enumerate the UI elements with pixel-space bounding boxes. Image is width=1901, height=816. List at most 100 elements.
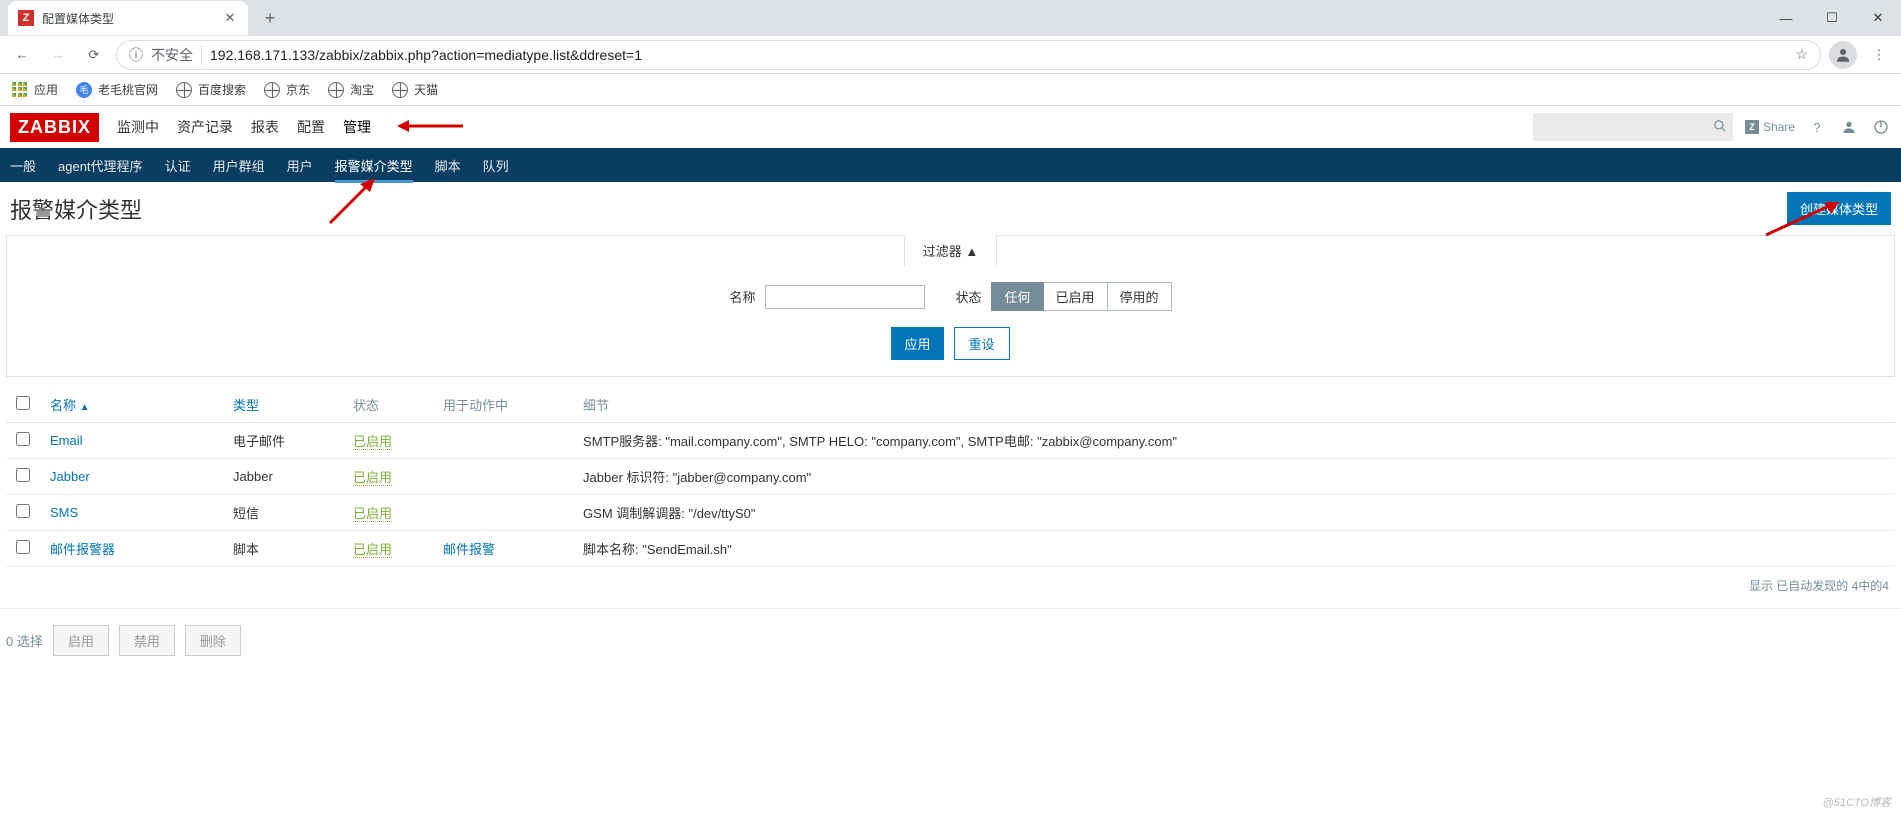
col-details: 细节 <box>573 387 1895 423</box>
menu-reports[interactable]: 报表 <box>251 113 279 141</box>
col-name[interactable]: 名称 ▲ <box>40 387 223 423</box>
select-all-checkbox[interactable] <box>16 396 30 410</box>
submenu-authentication[interactable]: 认证 <box>165 148 191 183</box>
sub-menu: 一般 agent代理程序 认证 用户群组 用户 报警媒介类型 脚本 队列 <box>0 148 1901 182</box>
search-input[interactable] <box>1533 113 1733 141</box>
mediatype-name-link[interactable]: 邮件报警器 <box>50 542 115 557</box>
col-type[interactable]: 类型 <box>223 387 343 423</box>
submenu-users[interactable]: 用户 <box>287 148 313 183</box>
bookmark-star-icon[interactable]: ☆ <box>1795 46 1808 63</box>
status-toggle[interactable]: 已启用 <box>353 470 392 486</box>
new-tab-button[interactable]: + <box>256 4 284 32</box>
bulk-disable-button[interactable]: 禁用 <box>119 625 175 656</box>
table-row: 邮件报警器 脚本 已启用 邮件报警 脚本名称: "SendEmail.sh" <box>6 531 1895 567</box>
bulk-enable-button[interactable]: 启用 <box>53 625 109 656</box>
bookmark-item[interactable]: 天猫 <box>392 81 438 98</box>
submenu-scripts[interactable]: 脚本 <box>435 148 461 183</box>
col-usedin: 用于动作中 <box>433 387 573 423</box>
row-checkbox[interactable] <box>16 432 30 446</box>
bookmark-favicon: 毛 <box>76 82 92 98</box>
nav-reload-icon[interactable]: ⟳ <box>80 41 108 69</box>
filter-status-any[interactable]: 任何 <box>991 282 1043 311</box>
bookmark-item[interactable]: 百度搜索 <box>176 81 246 98</box>
bulk-delete-button[interactable]: 删除 <box>185 625 241 656</box>
mediatype-details: SMTP服务器: "mail.company.com", SMTP HELO: … <box>573 423 1895 459</box>
security-label: 不安全 <box>151 45 193 65</box>
used-in-action-link[interactable]: 邮件报警 <box>443 542 495 557</box>
zabbix-header: ZABBIX 监测中 资产记录 报表 配置 管理 ZShare ? <box>0 106 1901 148</box>
row-checkbox[interactable] <box>16 504 30 518</box>
status-toggle[interactable]: 已启用 <box>353 434 392 450</box>
help-icon[interactable]: ? <box>1807 120 1827 135</box>
browser-tab[interactable]: Z 配置媒体类型 ✕ <box>8 1 248 35</box>
bulk-actions: 0 选择 启用 禁用 删除 <box>0 608 1901 672</box>
row-checkbox[interactable] <box>16 540 30 554</box>
mediatype-type: 电子邮件 <box>223 423 343 459</box>
mediatype-name-link[interactable]: SMS <box>50 505 78 520</box>
globe-icon <box>264 82 280 98</box>
apps-icon <box>12 82 28 98</box>
filter-status-label: 状态 <box>955 287 981 306</box>
window-minimize-icon[interactable]: — <box>1763 2 1809 34</box>
apps-button[interactable]: 应用 <box>12 81 58 98</box>
logout-icon[interactable] <box>1871 119 1891 135</box>
info-icon: ⓘ <box>129 45 143 65</box>
browser-toolbar: ← → ⟳ ⓘ 不安全 192.168.171.133/zabbix/zabbi… <box>0 36 1901 74</box>
bookmark-item[interactable]: 淘宝 <box>328 81 374 98</box>
status-toggle[interactable]: 已启用 <box>353 542 392 558</box>
submenu-usergroups[interactable]: 用户群组 <box>213 148 265 183</box>
search-wrap <box>1533 113 1733 141</box>
mediatype-name-link[interactable]: Jabber <box>50 469 90 484</box>
globe-icon <box>392 82 408 98</box>
address-url: 192.168.171.133/zabbix/zabbix.php?action… <box>210 47 642 63</box>
selected-count: 0 选择 <box>6 631 43 650</box>
filter-toggle[interactable]: 过滤器 ▲ <box>7 236 1894 266</box>
status-toggle[interactable]: 已启用 <box>353 506 392 522</box>
share-link[interactable]: ZShare <box>1745 120 1795 134</box>
tab-close-icon[interactable]: ✕ <box>222 10 238 26</box>
share-icon: Z <box>1745 120 1759 134</box>
submenu-general[interactable]: 一般 <box>10 148 36 183</box>
table-footer: 显示 已自动发现的 4中的4 <box>0 571 1901 600</box>
search-icon[interactable] <box>1713 119 1727 136</box>
nav-forward-icon[interactable]: → <box>44 41 72 69</box>
menu-administration[interactable]: 管理 <box>343 113 371 141</box>
submenu-queue[interactable]: 队列 <box>483 148 509 183</box>
mediatype-details: Jabber 标识符: "jabber@company.com" <box>573 459 1895 495</box>
window-close-icon[interactable]: ✕ <box>1855 2 1901 34</box>
menu-configuration[interactable]: 配置 <box>297 113 325 141</box>
mediatype-name-link[interactable]: Email <box>50 433 83 448</box>
browser-menu-icon[interactable]: ⋮ <box>1865 41 1893 69</box>
submenu-proxies[interactable]: agent代理程序 <box>58 148 143 183</box>
menu-monitoring[interactable]: 监测中 <box>117 113 159 141</box>
row-checkbox[interactable] <box>16 468 30 482</box>
zabbix-logo[interactable]: ZABBIX <box>10 113 99 142</box>
window-controls: — ☐ ✕ <box>1763 2 1901 34</box>
mediatype-type: 短信 <box>223 495 343 531</box>
user-icon[interactable] <box>1839 119 1859 135</box>
filter-status-disabled[interactable]: 停用的 <box>1108 282 1172 311</box>
menu-inventory[interactable]: 资产记录 <box>177 113 233 141</box>
create-mediatype-button[interactable]: 创建媒体类型 <box>1787 192 1891 225</box>
filter-apply-button[interactable]: 应用 <box>891 327 943 360</box>
browser-titlebar: Z 配置媒体类型 ✕ + — ☐ ✕ <box>0 0 1901 36</box>
nav-back-icon[interactable]: ← <box>8 41 36 69</box>
sort-asc-icon: ▲ <box>80 402 90 413</box>
mediatype-type: Jabber <box>223 459 343 495</box>
filter-name-input[interactable] <box>765 285 925 309</box>
filter-reset-button[interactable]: 重设 <box>954 327 1010 360</box>
profile-icon[interactable] <box>1829 41 1857 69</box>
filter-status-enabled[interactable]: 已启用 <box>1044 282 1108 311</box>
main-menu: 监测中 资产记录 报表 配置 管理 <box>117 113 371 141</box>
mediatype-details: 脚本名称: "SendEmail.sh" <box>573 531 1895 567</box>
table-row: Email 电子邮件 已启用 SMTP服务器: "mail.company.co… <box>6 423 1895 459</box>
globe-icon <box>328 82 344 98</box>
bookmark-item[interactable]: 京东 <box>264 81 310 98</box>
address-bar[interactable]: ⓘ 不安全 192.168.171.133/zabbix/zabbix.php?… <box>116 40 1821 70</box>
bookmark-item[interactable]: 毛老毛桃官网 <box>76 81 158 98</box>
submenu-mediatypes[interactable]: 报警媒介类型 <box>335 148 413 183</box>
table-row: SMS 短信 已启用 GSM 调制解调器: "/dev/ttyS0" <box>6 495 1895 531</box>
bookmarks-bar: 应用 毛老毛桃官网 百度搜索 京东 淘宝 天猫 <box>0 74 1901 106</box>
mediatype-table: 名称 ▲ 类型 状态 用于动作中 细节 Email 电子邮件 已启用 SMTP服… <box>6 387 1895 567</box>
window-maximize-icon[interactable]: ☐ <box>1809 2 1855 34</box>
